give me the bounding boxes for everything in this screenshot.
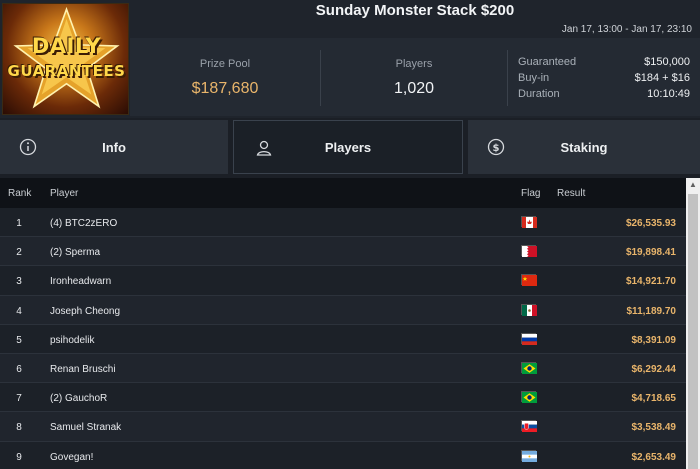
header-flag[interactable]: Flag <box>521 188 540 199</box>
table-row[interactable]: 9 Govegan! $2,653.49 <box>0 441 686 469</box>
row-result: $14,921.70 <box>625 276 676 288</box>
row-rank: 2 <box>16 247 22 259</box>
row-player-name[interactable]: psihodelik <box>50 335 94 346</box>
vertical-scrollbar[interactable]: ▲ <box>686 178 700 469</box>
table-row[interactable]: 4 Joseph Cheong $11,189.70 <box>0 295 686 325</box>
scrollbar-thumb[interactable] <box>688 194 698 469</box>
table-row[interactable]: 1 (4) BTC2zERO $26,535.93 <box>0 208 686 238</box>
row-result: $19,898.41 <box>625 247 676 259</box>
players-stat: Players 1,020 <box>320 50 508 106</box>
row-player-name[interactable]: Ironheadwarn <box>50 276 111 287</box>
tab-info-label: Info <box>102 139 126 155</box>
logo-line1: DAILY <box>31 34 102 58</box>
scroll-up-arrow-icon[interactable]: ▲ <box>686 178 700 192</box>
tab-players-label: Players <box>324 139 372 155</box>
detail-key: Duration <box>518 88 560 100</box>
dollar-coin-icon: $ <box>487 138 505 156</box>
table-row[interactable]: 2 (2) Sperma $19,898.41 <box>0 237 686 267</box>
tournament-details: Guaranteed $150,000 Buy-in $184 + $16 Du… <box>518 56 690 104</box>
canada-flag-icon <box>521 216 537 228</box>
table-row[interactable]: 7 (2) GauchoR $4,718.65 <box>0 383 686 413</box>
row-rank: 6 <box>16 363 22 375</box>
detail-value: 10:10:49 <box>647 88 690 100</box>
table-row[interactable]: 8 Samuel Stranak $3,538.49 <box>0 412 686 442</box>
row-result: $2,653.49 <box>631 451 677 463</box>
bahrain-flag-icon <box>521 245 537 258</box>
tab-staking[interactable]: $ Staking <box>468 120 700 174</box>
tab-staking-label: Staking <box>560 139 608 155</box>
tab-players[interactable]: Players <box>233 120 463 174</box>
row-rank: 5 <box>16 334 22 346</box>
row-player-name[interactable]: (2) Sperma <box>50 247 100 258</box>
china-flag-icon <box>521 274 537 287</box>
row-rank: 9 <box>16 451 22 463</box>
row-result: $11,189.70 <box>626 305 677 317</box>
brazil-flag-icon <box>521 391 537 404</box>
user-icon <box>256 140 272 156</box>
header-result[interactable]: Result <box>557 188 585 199</box>
table-row[interactable]: 3 Ironheadwarn $14,921.70 <box>0 266 686 296</box>
prize-pool-value: $187,680 <box>191 80 259 97</box>
row-player-name[interactable]: Joseph Cheong <box>50 306 120 317</box>
star-icon <box>13 6 120 109</box>
detail-value: $150,000 <box>644 56 690 68</box>
row-player-name[interactable]: Samuel Stranak <box>50 422 121 433</box>
info-icon <box>19 138 37 156</box>
row-rank: 1 <box>16 218 22 229</box>
row-player-name[interactable]: (2) GauchoR <box>50 393 107 404</box>
detail-duration: Duration 10:10:49 <box>518 88 690 104</box>
row-player-name[interactable]: Govegan! <box>50 452 93 463</box>
players-label: Players <box>395 58 433 70</box>
row-result: $6,292.44 <box>631 363 677 375</box>
row-result: $8,391.09 <box>631 334 677 346</box>
stats-panel: Prize Pool $187,680 Players 1,020 Guaran… <box>130 38 700 116</box>
header-rank[interactable]: Rank <box>8 188 31 199</box>
tournament-header: DAILY GUARANTEES Sunday Monster Stack $2… <box>0 0 700 118</box>
table-body: 1 (4) BTC2zERO $26,535.93 2 (2) Sperma $19,89… <box>0 208 686 469</box>
players-value: 1,020 <box>393 80 435 97</box>
players-table: Rank Player Flag Result 1 (4) BTC2zERO $26… <box>0 178 686 469</box>
header-player[interactable]: Player <box>50 188 78 199</box>
argentina-flag-icon <box>521 449 537 462</box>
detail-key: Buy-in <box>518 72 550 84</box>
tournament-dates: Jan 17, 13:00 - Jan 17, 23:10 <box>561 24 692 35</box>
row-rank: 3 <box>16 276 22 288</box>
daily-guarantees-logo: DAILY GUARANTEES <box>2 3 129 115</box>
row-player-name[interactable]: (4) BTC2zERO <box>50 218 117 229</box>
svg-text:$: $ <box>493 143 500 154</box>
row-result: $26,535.93 <box>625 218 676 229</box>
table-header: Rank Player Flag Result <box>0 178 686 208</box>
prize-pool-stat: Prize Pool $187,680 <box>130 50 320 106</box>
detail-value: $184 + $16 <box>634 72 690 84</box>
logo-line2: GUARANTEES <box>7 62 126 80</box>
prize-pool-label: Prize Pool <box>199 58 251 70</box>
mexico-flag-icon <box>521 303 537 316</box>
russia-flag-icon <box>521 332 537 345</box>
slovakia-flag-icon <box>521 420 537 433</box>
detail-guaranteed: Guaranteed $150,000 <box>518 56 690 72</box>
detail-key: Guaranteed <box>518 56 577 68</box>
row-result: $3,538.49 <box>631 422 677 434</box>
row-rank: 7 <box>16 393 22 405</box>
row-result: $4,718.65 <box>631 393 677 405</box>
detail-buyin: Buy-in $184 + $16 <box>518 72 690 88</box>
tab-info[interactable]: Info <box>0 120 228 174</box>
brazil-flag-icon <box>521 361 537 374</box>
table-row[interactable]: 6 Renan Bruschi $6,292.44 <box>0 353 686 384</box>
tab-bar: Info Players $ Staking <box>0 120 700 174</box>
page-title: Sunday Monster Stack $200 <box>315 2 515 19</box>
row-player-name[interactable]: Renan Bruschi <box>50 364 116 375</box>
row-rank: 8 <box>16 422 22 434</box>
table-row[interactable]: 5 psihodelik $8,391.09 <box>0 324 686 354</box>
row-rank: 4 <box>16 305 22 317</box>
